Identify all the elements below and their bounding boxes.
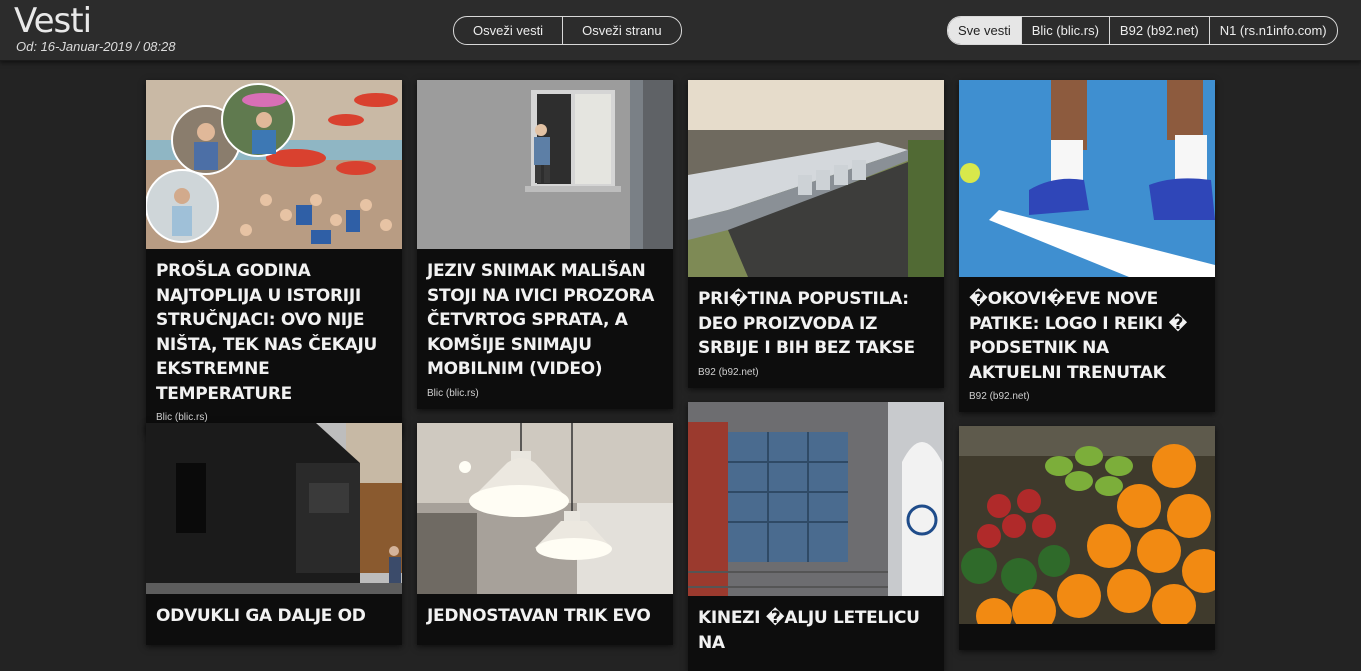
news-image [959,80,1215,277]
news-headline[interactable]: Odvukli ga dalje od [146,594,402,633]
news-card[interactable]: Jeziv snimak mališan stoji na ivici proz… [417,80,673,409]
news-image [959,426,1215,624]
news-card[interactable]: Prošla godina najtoplija u istoriji stru… [146,80,402,433]
news-source [146,633,402,645]
news-image [417,423,673,594]
window-child-image [417,80,673,249]
news-headline[interactable]: Pri�tina popustila: Deo proizvoda iz Srb… [688,277,944,365]
last-updated-date: Od: 16-Januar-2019 / 08:28 [16,39,176,54]
news-headline[interactable] [959,624,1215,638]
rocket-launch-image [688,402,944,596]
news-image [146,423,402,594]
news-card[interactable]: Jednostavan trik evo [417,423,673,645]
source-filter-n1[interactable]: N1 (rs.n1info.com) [1208,17,1337,44]
news-source: B92 (b92.net) [969,391,1030,402]
news-headline[interactable]: �okovi�eve nove patike: Logo i reiki � p… [959,277,1215,389]
source-filter-all[interactable]: Sve vesti [948,17,1021,44]
news-source [959,638,1215,650]
refresh-news-button[interactable]: Osveži vesti [454,17,562,44]
news-image [688,402,944,596]
news-source: B92 (b92.net) [698,366,759,378]
source-filter-b92[interactable]: B92 (b92.net) [1108,17,1209,44]
news-card[interactable]: �okovi�eve nove patike: Logo i reiki � p… [959,80,1215,412]
news-source [688,659,944,671]
app-title: Vesti [14,1,92,41]
news-card[interactable]: Odvukli ga dalje od [146,423,402,645]
pendant-lamps-image [417,423,673,594]
news-headline[interactable]: Kinezi �alju letelicu na [688,596,944,659]
news-card[interactable]: Kinezi �alju letelicu na [688,402,944,671]
news-card[interactable] [959,426,1215,650]
warehouse-aerial-image [688,80,944,277]
tennis-shoes-image [959,80,1215,277]
beach-crowd-image [146,80,402,249]
app-header: Vesti Od: 16-Januar-2019 / 08:28 Osveži … [0,0,1361,61]
refresh-page-button[interactable]: Osveži stranu [562,17,680,44]
news-card[interactable]: Pri�tina popustila: Deo proizvoda iz Srb… [688,80,944,388]
news-source: Blic (blic.rs) [427,387,479,399]
news-image [146,80,402,249]
refresh-button-group: Osveži vesti Osveži stranu [453,16,682,45]
news-image [688,80,944,277]
fruit-market-image [959,426,1215,624]
news-headline[interactable]: Jednostavan trik evo [417,594,673,633]
black-building-image [146,423,402,594]
news-source [417,633,673,645]
news-headline[interactable]: Prošla godina najtoplija u istoriji stru… [146,249,402,410]
news-image [417,80,673,249]
news-headline[interactable]: Jeziv snimak mališan stoji na ivici proz… [417,249,673,386]
source-filter-group: Sve vesti Blic (blic.rs) B92 (b92.net) N… [947,16,1338,45]
source-filter-blic[interactable]: Blic (blic.rs) [1020,17,1109,44]
